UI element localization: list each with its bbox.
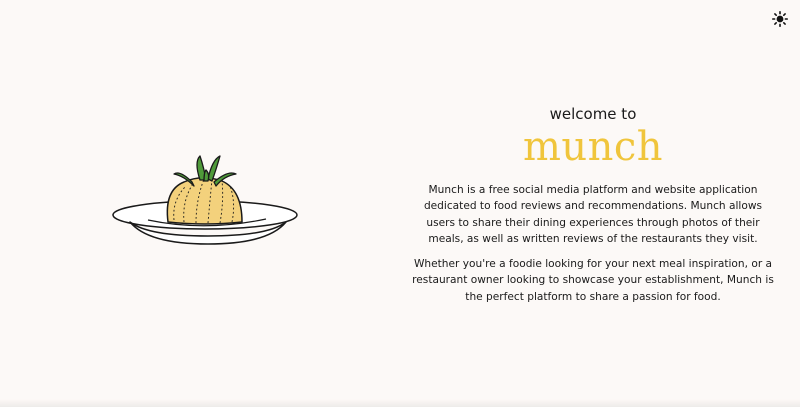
welcome-heading: welcome to (549, 105, 637, 123)
hero-section: welcome to munch Munch is a free social … (408, 104, 778, 314)
theme-toggle-button[interactable] (770, 9, 790, 29)
intro-paragraph: Munch is a free social media platform an… (423, 184, 763, 245)
landing-page: welcome to munch Munch is a free social … (0, 0, 800, 407)
bottom-shadow (0, 399, 800, 407)
audience-paragraph: Whether you're a foodie looking for your… (412, 258, 774, 303)
onion-body (166, 177, 243, 225)
brand-title: munch (522, 124, 664, 170)
onion-on-plate-illustration (108, 148, 308, 248)
sun-icon (772, 11, 788, 27)
